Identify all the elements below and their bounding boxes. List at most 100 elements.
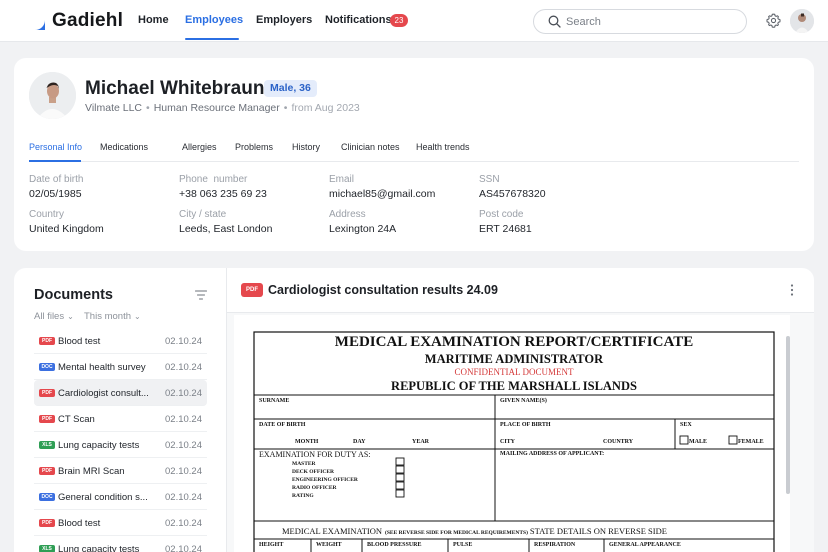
country-value: United Kingdom [29, 223, 104, 235]
document-row[interactable]: XLS Lung capacity tests 02.10.24 [34, 432, 207, 458]
form-duty-engineering-officer: ENGINEERING OFFICER [292, 477, 359, 483]
tab-history[interactable]: History [292, 142, 320, 152]
form-subheading: MARITIME ADMINISTRATOR [425, 352, 604, 366]
nav-home[interactable]: Home [138, 14, 169, 26]
form-country-label: COUNTRY [603, 439, 634, 445]
settings-gear-icon[interactable] [766, 13, 781, 28]
doc-file-icon: DOC [39, 363, 55, 371]
form-day-label: DAY [353, 439, 366, 445]
xls-file-icon: XLS [39, 441, 55, 449]
document-name: Blood test [58, 336, 101, 347]
chevron-down-icon: ⌄ [134, 312, 141, 321]
form-duty-deck-officer: DECK OFFICER [292, 469, 335, 475]
document-name: Blood test [58, 518, 101, 529]
document-row[interactable]: XLS Lung capacity tests 02.10.24 [34, 536, 207, 552]
document-name: CT Scan [58, 414, 95, 425]
search-box[interactable] [533, 9, 747, 34]
form-heading: MEDICAL EXAMINATION REPORT/CERTIFICATE [335, 334, 693, 350]
address-value: Lexington 24A [329, 223, 397, 235]
document-name: Cardiologist consult... [58, 388, 149, 399]
phone-value: +38 063 235 69 23 [179, 188, 267, 200]
form-pob-label: PLACE OF BIRTH [500, 422, 551, 428]
nav-employers[interactable]: Employers [256, 14, 312, 26]
more-options-icon[interactable] [789, 283, 795, 297]
form-male-label: MALE [689, 439, 707, 445]
document-date: 02.10.24 [165, 492, 202, 503]
form-duty-checkbox [395, 473, 405, 482]
ssn-value: AS457678320 [479, 188, 546, 200]
document-row[interactable]: PDF Blood test 02.10.24 [34, 328, 207, 354]
viewer-scrollbar[interactable] [786, 336, 790, 494]
pdf-file-icon: PDF [39, 519, 55, 527]
chevron-down-icon: ⌄ [67, 312, 74, 321]
pdf-file-icon: PDF [241, 283, 263, 297]
nav-active-indicator [185, 38, 239, 40]
document-name: Brain MRI Scan [58, 466, 125, 477]
document-viewer-title: Cardiologist consultation results 24.09 [268, 283, 498, 297]
separator-dot: • [283, 102, 288, 114]
form-sex-label: SEX [680, 422, 692, 428]
notifications-count-badge: 23 [390, 14, 408, 27]
form-dob-label: DATE OF BIRTH [259, 422, 306, 428]
gender-age-badge: Male, 36 [264, 80, 317, 97]
form-mailing-address-label: MAILING ADDRESS OF APPLICANT: [500, 451, 604, 457]
brand-name[interactable]: Gadiehl [52, 10, 123, 32]
phone-label: Phone number [179, 174, 248, 185]
document-name: Lung capacity tests [58, 544, 140, 552]
documents-card: Documents All files ⌄ This month ⌄ PDF Blo… [14, 268, 814, 552]
nav-notifications[interactable]: Notifications [325, 14, 392, 26]
pdf-file-icon: PDF [39, 389, 55, 397]
document-row[interactable]: PDF Blood test 02.10.24 [34, 510, 207, 536]
document-row[interactable]: PDF CT Scan 02.10.24 [34, 406, 207, 432]
document-name: Lung capacity tests [58, 440, 140, 451]
employee-photo [29, 72, 76, 119]
document-row[interactable]: DOC General condition s... 02.10.24 [34, 484, 207, 510]
tab-personal-info[interactable]: Personal Info [29, 142, 82, 152]
file-type-dropdown[interactable]: All files ⌄ [34, 311, 74, 322]
form-height-label: HEIGHT [259, 542, 283, 548]
doc-file-icon: DOC [39, 493, 55, 501]
form-pulse-label: PULSE [453, 542, 472, 548]
tab-allergies[interactable]: Allergies [182, 142, 217, 152]
document-date: 02.10.24 [165, 414, 202, 425]
document-row-selected[interactable]: PDF Cardiologist consult... 02.10.24 [34, 380, 207, 406]
form-confidential-label: CONFIDENTIAL DOCUMENT [455, 367, 574, 377]
document-date: 02.10.24 [165, 466, 202, 477]
documents-title: Documents [34, 287, 113, 303]
form-duty-checkbox [395, 481, 405, 490]
tab-problems[interactable]: Problems [235, 142, 273, 152]
tab-health-trends[interactable]: Health trends [416, 142, 470, 152]
city-value: Leeds, East London [179, 223, 273, 235]
employee-avatar [29, 72, 76, 119]
document-date: 02.10.24 [165, 544, 202, 552]
address-label: Address [329, 209, 366, 220]
employee-profile-card: Michael Whitebraun Male, 36 Vilmate LLC •… [14, 58, 814, 251]
document-page: MEDICAL EXAMINATION REPORT/CERTIFICATE M… [234, 315, 790, 552]
document-name: Mental health survey [58, 362, 146, 373]
tab-active-indicator [29, 160, 81, 162]
form-duty-radio-officer: RADIO OFFICER [292, 485, 337, 491]
form-male-checkbox [679, 435, 689, 445]
document-date: 02.10.24 [165, 336, 202, 347]
filter-icon[interactable] [195, 290, 207, 300]
search-icon [548, 15, 561, 28]
tab-medications[interactable]: Medications [100, 142, 148, 152]
employee-role: Human Resource Manager [153, 102, 280, 114]
dob-value: 02/05/1985 [29, 188, 82, 200]
nav-employees[interactable]: Employees [185, 14, 243, 26]
document-row[interactable]: DOC Mental health survey 02.10.24 [34, 354, 207, 380]
document-row[interactable]: PDF Brain MRI Scan 02.10.24 [34, 458, 207, 484]
user-avatar[interactable] [790, 9, 814, 33]
period-dropdown[interactable]: This month ⌄ [84, 311, 141, 322]
employee-company[interactable]: Vilmate LLC [85, 102, 142, 114]
form-general-appearance-label: GENERAL APPEARANCE [609, 542, 681, 548]
form-respiration-label: RESPIRATION [534, 542, 576, 548]
search-input[interactable] [566, 13, 736, 31]
postcode-value: ERT 24681 [479, 223, 532, 235]
separator-dot: • [146, 102, 150, 114]
tab-clinician-notes[interactable]: Clinician notes [341, 142, 400, 152]
document-date: 02.10.24 [165, 362, 202, 373]
form-surname-label: SURNAME [259, 398, 289, 404]
brand-logo-icon[interactable] [24, 9, 46, 31]
form-month-label: MONTH [295, 439, 319, 445]
